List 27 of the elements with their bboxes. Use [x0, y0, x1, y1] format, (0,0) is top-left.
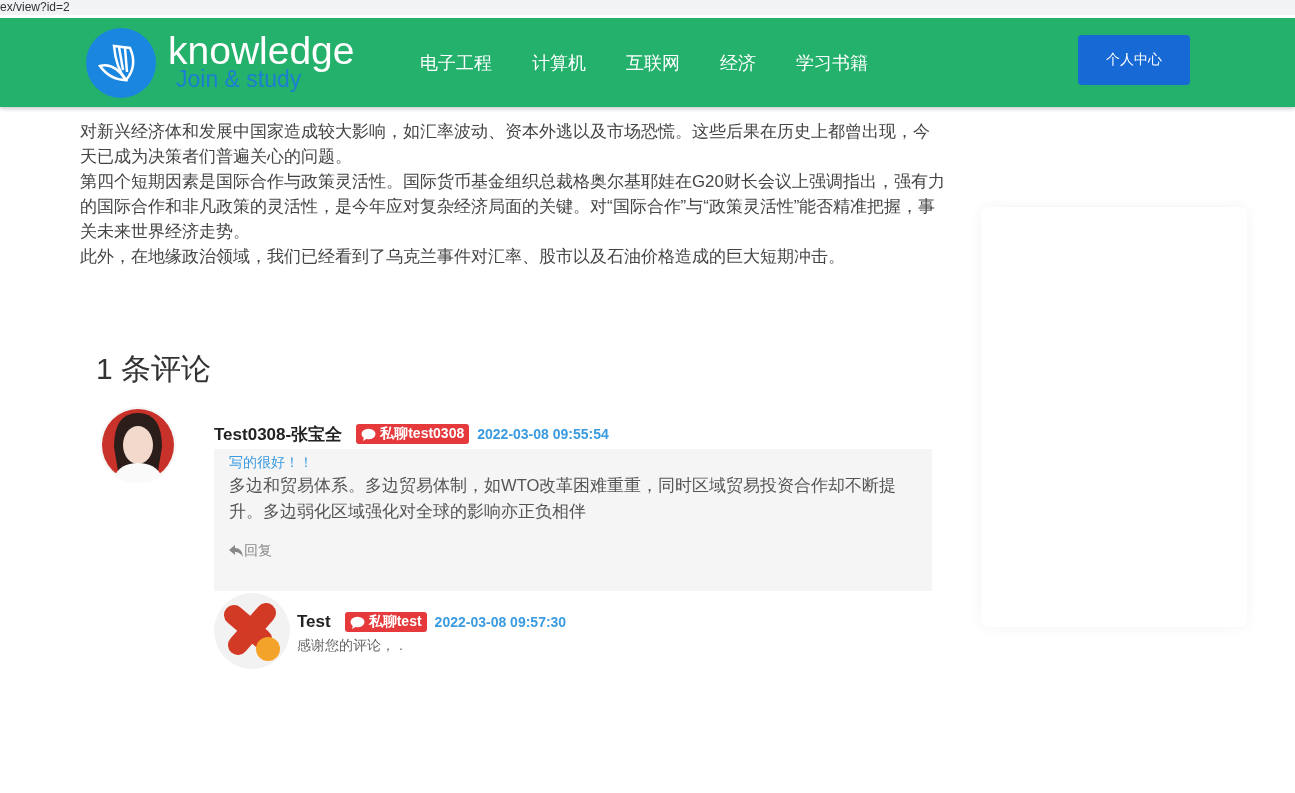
comments-heading: 1 条评论	[96, 351, 213, 387]
avatar-logo-icon	[214, 593, 290, 669]
logo-icon	[86, 27, 156, 98]
comment-time: 2022-03-08 09:55:54	[477, 426, 609, 442]
nav-link[interactable]: 经济	[700, 42, 776, 83]
nav-link[interactable]: 计算机	[512, 42, 606, 83]
reply-text: 感谢您的评论， .	[297, 637, 404, 655]
private-chat-badge[interactable]: 私聊test0308	[356, 424, 470, 444]
comment-time: 2022-03-08 09:57:30	[434, 614, 567, 630]
reply-arrow-icon	[229, 545, 243, 557]
comment-text: 多边和贸易体系。多边贸易体制，如WTO改革困难重重，同时区域贸易投资合作却不断提升。多边弱化区域强化对全球的影响亦正负相伴	[229, 475, 898, 523]
article-paragraph: 对新兴经济体和发展中国家造成较大影响，如汇率波动、资本外逃以及市场恐慌。这些后果在历史上都曾出现，今天已成为决策者们普遍关心的问题。	[80, 121, 931, 168]
author-name: Test0308-张宝全	[214, 423, 343, 446]
article-paragraph: 第四个短期因素是国际合作与政策灵活性。国际货币基金组织总裁格奥尔基耶娃在G20财长会议上强调指出，强有力的国际合作和非凡政策的灵活性，是今年应对复杂经济局面的关键。对“国际合作”与“政策灵活性”能否精准把握，事关未来世界经济走势。	[80, 171, 946, 243]
nav-link[interactable]: 学习书籍	[776, 42, 888, 83]
address-text: ex/view?id=2	[0, 0, 70, 15]
avatar-icon	[100, 407, 176, 483]
nav-link[interactable]: 电子工程	[400, 42, 512, 83]
author-name: Test	[297, 612, 331, 632]
nav-link[interactable]: 互联网	[606, 42, 700, 83]
reply-link[interactable]: 回复	[229, 542, 272, 560]
chat-bubble-icon	[349, 615, 365, 629]
article-paragraph: 此外，在地缘政治领域，我们已经看到了乌克兰事件对汇率、股市以及石油价格造成的巨大短期冲击。	[80, 246, 846, 268]
private-chat-badge[interactable]: 私聊test	[344, 612, 427, 632]
comment-quote: 写的很好！！	[229, 453, 314, 471]
user-center-button[interactable]: 个人中心	[1078, 34, 1190, 85]
chat-bubble-icon	[361, 427, 377, 441]
